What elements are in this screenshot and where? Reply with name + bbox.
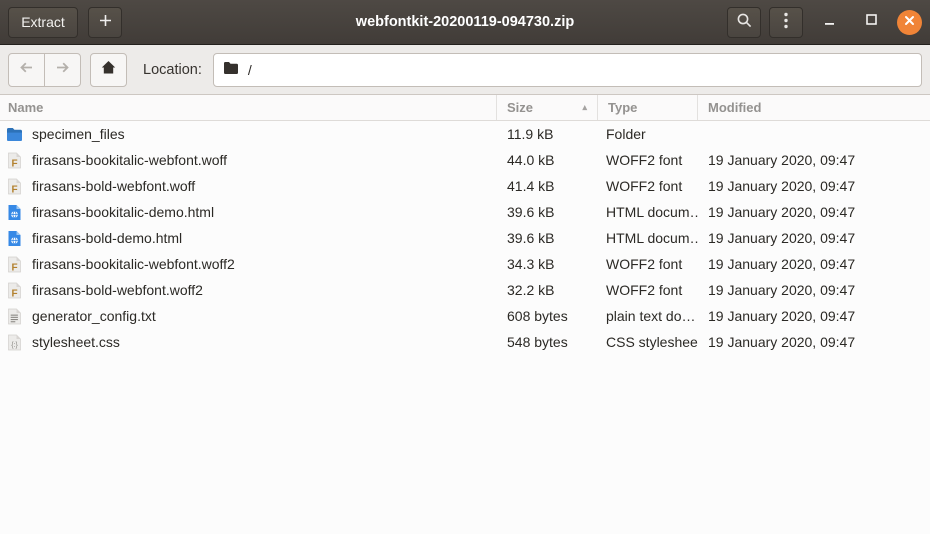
file-name: firasans-bold-demo.html [32,230,183,246]
file-size: 608 bytes [507,308,568,324]
font-file-icon: F [6,178,23,195]
font-file-icon: F [6,152,23,169]
file-name: firasans-bold-webfont.woff [32,178,196,194]
file-name: firasans-bookitalic-webfont.woff [32,152,228,168]
file-name: firasans-bold-webfont.woff2 [32,282,203,298]
search-button[interactable] [727,6,761,38]
file-name: generator_config.txt [32,308,156,324]
add-files-button[interactable] [88,6,122,38]
file-type: plain text do… [606,308,696,324]
file-modified: 19 January 2020, 09:47 [708,334,856,350]
column-header-row: Name Size ▴ Type Modified [0,95,930,121]
home-button[interactable] [90,52,127,87]
archive-manager-window: Extract webfontkit-20200119-094730.zip L… [0,0,930,534]
file-modified: 19 January 2020, 09:47 [708,152,856,168]
file-size: 44.0 kB [507,152,555,168]
table-row[interactable]: {:} stylesheet.css 548 bytes CSS stylesheet… [0,329,930,355]
table-row[interactable]: Ffirasans-bold-webfont.woff 41.4 kB WOFF2 … [0,173,930,199]
file-modified: 19 January 2020, 09:47 [708,282,856,298]
maximize-button[interactable] [857,8,885,36]
table-row[interactable]: specimen_files 11.9 kB Folder [0,121,930,147]
svg-text:F: F [11,288,17,299]
file-name: specimen_files [32,126,125,142]
location-label: Location: [143,61,202,78]
folder-icon [6,126,23,143]
font-file-icon: F [6,256,23,273]
file-size: 548 bytes [507,334,568,350]
file-type: Folder [606,126,646,142]
table-row[interactable]: Ffirasans-bookitalic-webfont.woff2 34.3 k… [0,251,930,277]
file-type: WOFF2 font [606,178,683,194]
file-type: CSS stylesheet [606,334,698,350]
file-type: HTML docum… [606,204,698,220]
column-header-name[interactable]: Name [0,95,497,120]
text-file-icon [6,308,23,325]
html-file-icon [6,204,23,221]
file-name: stylesheet.css [32,334,120,350]
search-icon [736,12,753,32]
column-header-modified[interactable]: Modified [698,95,930,120]
file-size: 41.4 kB [507,178,555,194]
css-file-icon: {:} [6,334,23,351]
svg-text:F: F [11,158,17,169]
table-row[interactable]: firasans-bold-demo.html 39.6 kB HTML docum… [0,225,930,251]
font-file-icon: F [6,282,23,299]
sort-ascending-icon: ▴ [582,102,587,112]
file-modified: 19 January 2020, 09:47 [708,204,856,220]
file-name: firasans-bookitalic-demo.html [32,204,215,220]
svg-text:F: F [11,184,17,195]
close-icon [904,13,915,31]
file-size: 11.9 kB [507,126,554,142]
file-list: specimen_files 11.9 kB Folder Ffirasans-boo… [0,121,930,534]
home-icon [100,59,117,81]
svg-text:F: F [11,262,17,273]
file-type: WOFF2 font [606,152,683,168]
extract-button[interactable]: Extract [8,6,78,38]
folder-icon [223,61,239,78]
file-size: 32.2 kB [507,282,555,298]
file-modified: 19 January 2020, 09:47 [708,178,856,194]
column-header-size-label: Size [507,100,534,115]
location-path: / [247,61,252,78]
arrow-left-icon [18,59,35,81]
file-type: HTML docum… [606,230,698,246]
html-file-icon [6,230,23,247]
close-button[interactable] [897,9,922,35]
file-type: WOFF2 font [606,282,683,298]
file-size: 34.3 kB [507,256,555,272]
table-row[interactable]: Ffirasans-bookitalic-webfont.woff 44.0 kB… [0,147,930,173]
file-type: WOFF2 font [606,256,683,272]
titlebar: Extract webfontkit-20200119-094730.zip [0,0,930,45]
minimize-icon [822,12,837,32]
column-header-size[interactable]: Size ▴ [497,95,598,120]
file-name: firasans-bookitalic-webfont.woff2 [32,256,235,272]
file-modified: 19 January 2020, 09:47 [708,256,856,272]
back-button[interactable] [8,52,45,87]
table-row[interactable]: generator_config.txt 608 bytes plain text … [0,303,930,329]
location-input[interactable]: / [212,52,922,87]
column-header-type[interactable]: Type [598,95,698,120]
menu-dots-icon [784,12,788,32]
window-title: webfontkit-20200119-094730.zip [355,14,575,30]
menu-button[interactable] [769,6,803,38]
table-row[interactable]: firasans-bookitalic-demo.html 39.6 kB HTML… [0,199,930,225]
file-modified: 19 January 2020, 09:47 [708,230,856,246]
plus-icon [98,13,113,31]
arrow-right-icon [54,59,71,81]
file-modified: 19 January 2020, 09:47 [708,308,856,324]
forward-button[interactable] [44,52,81,87]
file-size: 39.6 kB [507,204,555,220]
file-size: 39.6 kB [507,230,555,246]
maximize-icon [864,12,879,32]
table-row[interactable]: Ffirasans-bold-webfont.woff2 32.2 kB WOFF2… [0,277,930,303]
svg-text:{:}: {:} [11,342,18,349]
minimize-button[interactable] [815,8,843,36]
navigation-toolbar: Location: / [0,45,930,95]
